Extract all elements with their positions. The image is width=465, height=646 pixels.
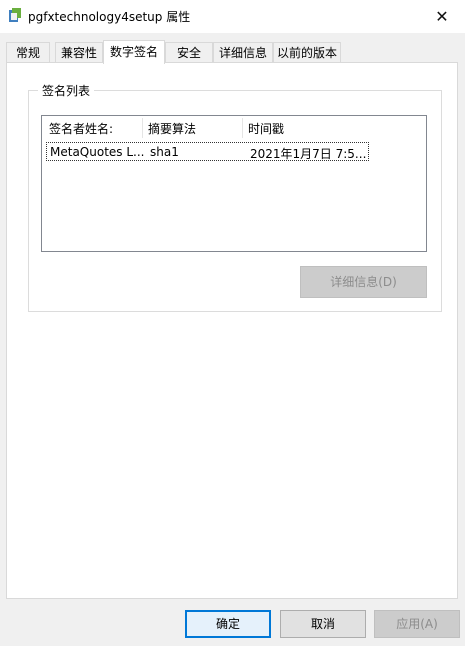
signature-list-group: 签名列表 签名者姓名: 摘要算法 时间戳 MetaQuotes L... sha… <box>28 82 442 312</box>
timestamp: 2021年1月7日 7:5... <box>250 147 367 161</box>
cancel-button[interactable]: 取消 <box>280 610 366 638</box>
tab-panel: 签名列表 签名者姓名: 摘要算法 时间戳 MetaQuotes L... sha… <box>6 62 458 599</box>
digest-algorithm: sha1 <box>150 145 179 159</box>
details-button[interactable]: 详细信息(D) <box>300 266 427 298</box>
ok-button[interactable]: 确定 <box>185 610 271 638</box>
signer-name: MetaQuotes L... <box>50 145 145 159</box>
window-title: pgfxtechnology4setup 属性 <box>28 10 191 24</box>
column-divider <box>242 118 243 138</box>
group-title: 签名列表 <box>38 82 95 99</box>
installer-app-icon <box>8 7 22 23</box>
close-button[interactable]: ✕ <box>419 0 465 33</box>
column-divider <box>142 118 143 138</box>
tab-previous-versions[interactable]: 以前的版本 <box>273 42 341 62</box>
column-header-timestamp[interactable]: 时间戳 <box>248 120 284 137</box>
list-item[interactable]: MetaQuotes L... sha1 2021年1月7日 7:5... <box>46 142 369 161</box>
tab-security[interactable]: 安全 <box>165 42 213 62</box>
tab-details[interactable]: 详细信息 <box>213 42 273 62</box>
tab-digital-signatures[interactable]: 数字签名 <box>103 40 165 64</box>
column-header-algorithm[interactable]: 摘要算法 <box>148 120 196 137</box>
apply-button[interactable]: 应用(A) <box>374 610 460 638</box>
title-bar: pgfxtechnology4setup 属性 ✕ <box>0 0 465 33</box>
column-header-signer[interactable]: 签名者姓名: <box>49 120 113 137</box>
close-icon: ✕ <box>435 7 449 26</box>
tab-compatibility[interactable]: 兼容性 <box>55 42 103 62</box>
signature-list[interactable]: 签名者姓名: 摘要算法 时间戳 MetaQuotes L... sha1 202… <box>41 115 427 252</box>
tab-general[interactable]: 常规 <box>6 42 50 62</box>
